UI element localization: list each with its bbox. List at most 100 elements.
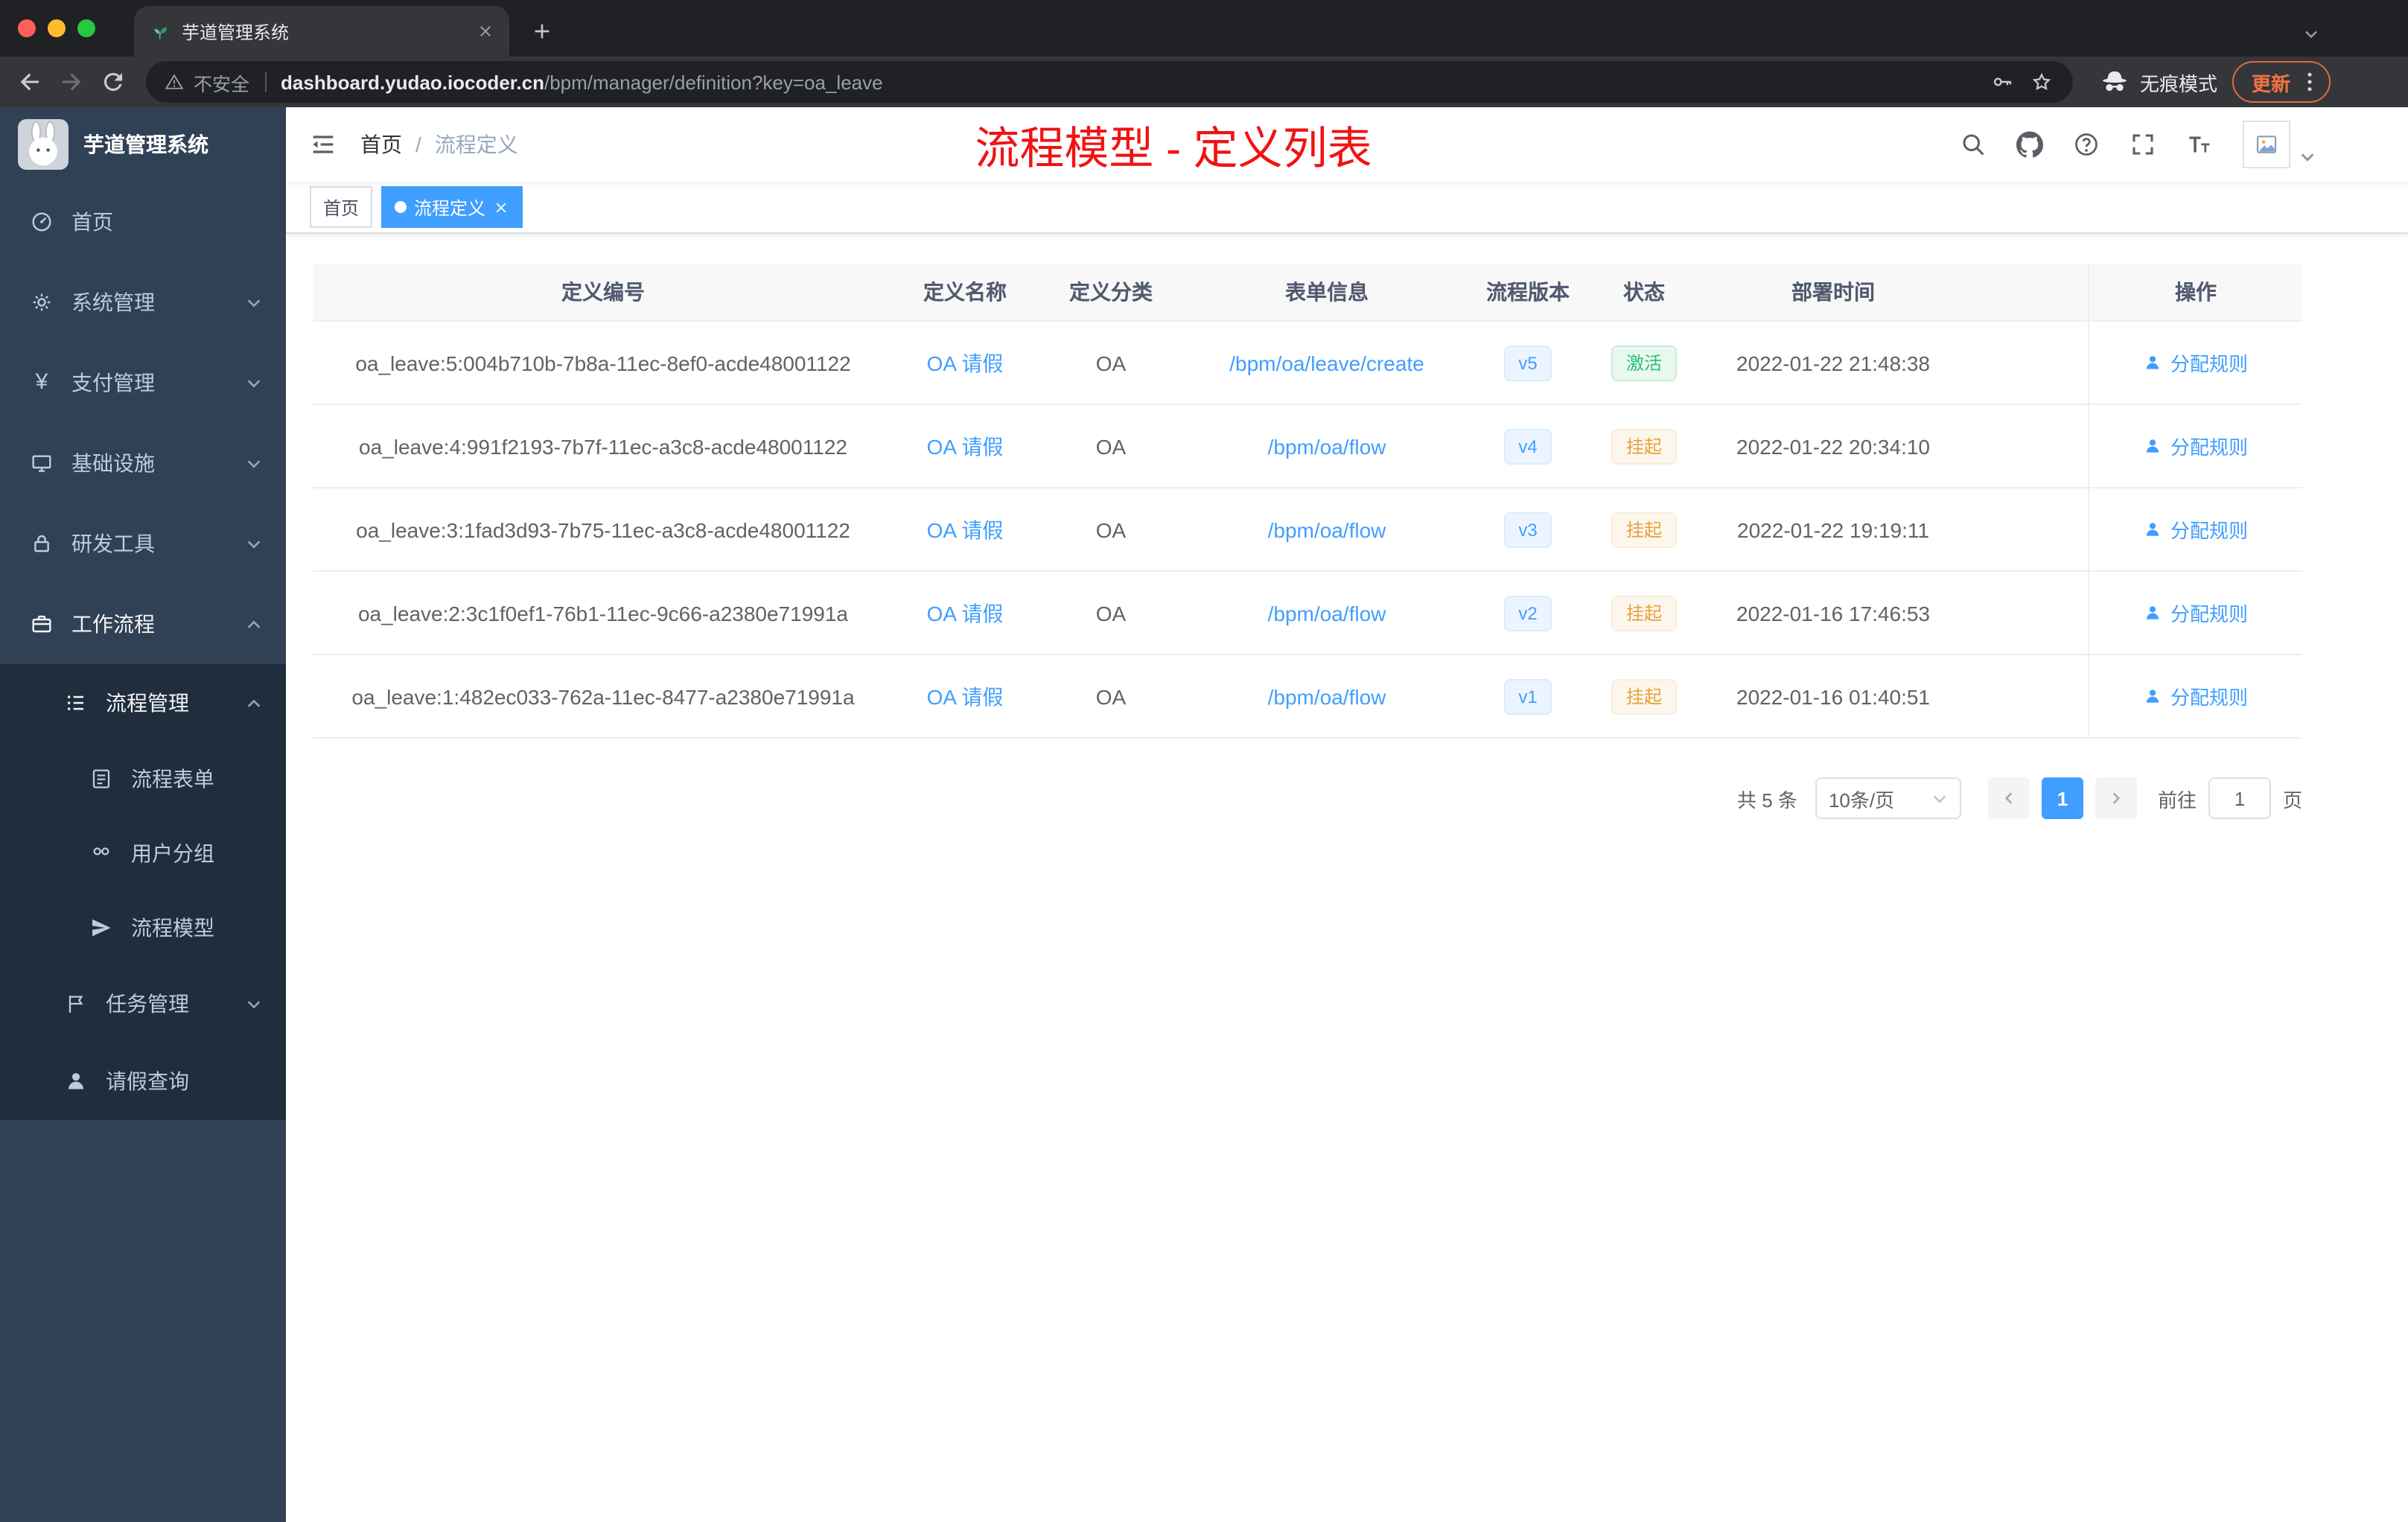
cell-deploy-time: 2022-01-22 20:34:10 xyxy=(1736,434,1930,458)
sidebar-item-devtools[interactable]: 研发工具 xyxy=(0,503,286,584)
definition-name-link[interactable]: OA 请假 xyxy=(927,431,1004,461)
sidebar-toggle-button[interactable] xyxy=(286,130,360,159)
window-zoom-button[interactable] xyxy=(77,19,95,37)
chevron-up-icon xyxy=(247,698,261,707)
form-link[interactable]: /bpm/oa/flow xyxy=(1268,434,1386,458)
version-badge: v5 xyxy=(1503,345,1552,380)
reload-button[interactable] xyxy=(92,61,134,103)
new-tab-button[interactable] xyxy=(521,10,563,52)
col-actions: 操作 xyxy=(2088,264,2302,320)
tab-search-chevron-icon[interactable] xyxy=(2301,24,2322,45)
tag-close-icon[interactable] xyxy=(493,199,509,215)
sidebar-item-leave-query[interactable]: 请假查询 xyxy=(0,1042,286,1120)
col-definition-id: 定义编号 xyxy=(561,280,645,304)
logo-avatar xyxy=(18,119,69,170)
browser-tab[interactable]: 芋道管理系统 xyxy=(134,6,509,57)
sidebar-item-payment[interactable]: ¥ 支付管理 xyxy=(0,343,286,423)
cell-category: OA xyxy=(1095,601,1127,625)
version-badge: v1 xyxy=(1503,678,1552,714)
breadcrumb-current: 流程定义 xyxy=(434,133,518,156)
status-badge: 激活 xyxy=(1611,345,1677,380)
security-chip[interactable]: 不安全 xyxy=(164,68,249,96)
window-controls xyxy=(0,0,113,57)
sidebar-item-user-group[interactable]: 用户分组 xyxy=(0,816,286,891)
help-icon[interactable] xyxy=(2073,131,2100,158)
cell-definition-id: oa_leave:4:991f2193-7b7f-11ec-a3c8-acde4… xyxy=(359,434,847,458)
form-link[interactable]: /bpm/oa/flow xyxy=(1268,518,1386,541)
yen-icon: ¥ xyxy=(35,369,48,395)
sidebar-item-process-model[interactable]: 流程模型 xyxy=(0,891,286,965)
font-size-icon[interactable] xyxy=(2186,131,2213,158)
browser-menu-icon[interactable] xyxy=(2296,69,2323,95)
browser-tabstrip: 芋道管理系统 xyxy=(0,0,2408,57)
search-icon[interactable] xyxy=(1960,131,1987,158)
definition-name-link[interactable]: OA 请假 xyxy=(927,598,1004,628)
assign-rule-link[interactable]: 分配规则 xyxy=(2144,599,2248,627)
assign-rule-link[interactable]: 分配规则 xyxy=(2144,348,2248,377)
breadcrumb-home[interactable]: 首页 xyxy=(360,130,402,159)
sidebar-logo[interactable]: 芋道管理系统 xyxy=(0,107,286,182)
chevron-down-icon xyxy=(247,299,261,307)
top-navbar: 首页 / 流程定义 流程模型 - 定义列表 xyxy=(286,107,2408,182)
flag-icon xyxy=(69,996,83,1013)
goto-page-input[interactable] xyxy=(2208,777,2271,819)
screen: 芋道管理系统 不安全 dashboard.yudao.iocoder.cn/bp… xyxy=(0,0,2408,1522)
chrome-update-button[interactable]: 更新 xyxy=(2232,61,2331,103)
status-badge: 挂起 xyxy=(1611,512,1677,547)
password-key-icon[interactable] xyxy=(1991,70,2015,94)
user-avatar-menu[interactable] xyxy=(2243,121,2316,168)
monitor-icon xyxy=(32,455,51,472)
tag-process-definition[interactable]: 流程定义 xyxy=(381,186,523,228)
version-badge: v2 xyxy=(1503,595,1552,631)
tab-close-icon[interactable] xyxy=(477,22,494,40)
cell-definition-id: oa_leave:1:482ec033-762a-11ec-8477-a2380… xyxy=(351,684,855,708)
col-deploy-time: 部署时间 xyxy=(1791,280,1875,304)
sidebar-item-process-mgmt[interactable]: 流程管理 xyxy=(0,664,286,742)
window-close-button[interactable] xyxy=(18,19,36,37)
col-definition-category: 定义分类 xyxy=(1069,280,1153,304)
forward-button[interactable] xyxy=(51,61,92,103)
form-link[interactable]: /bpm/oa/flow xyxy=(1268,684,1386,708)
window-minimize-button[interactable] xyxy=(48,19,66,37)
list-icon xyxy=(67,695,83,710)
tab-title: 芋道管理系统 xyxy=(182,22,290,42)
back-button[interactable] xyxy=(9,61,51,103)
page-unit-label: 页 xyxy=(2282,789,2302,811)
page-size-select[interactable]: 10条/页 xyxy=(1815,777,1961,819)
sidebar-item-process-form[interactable]: 流程表单 xyxy=(0,742,286,816)
page-number-button[interactable]: 1 xyxy=(2041,777,2083,819)
definition-name-link[interactable]: OA 请假 xyxy=(927,681,1004,711)
assign-rule-link[interactable]: 分配规则 xyxy=(2144,515,2248,544)
chevron-down-icon xyxy=(1933,795,1946,803)
send-icon xyxy=(92,919,111,937)
avatar xyxy=(2243,121,2290,168)
assign-rule-link[interactable]: 分配规则 xyxy=(2144,432,2248,460)
next-page-button[interactable] xyxy=(2095,777,2137,819)
sidebar-item-system[interactable]: 系统管理 xyxy=(0,262,286,343)
tags-view-bar: 首页 流程定义 xyxy=(286,182,2408,234)
definition-name-link[interactable]: OA 请假 xyxy=(927,348,1004,378)
form-link[interactable]: /bpm/oa/leave/create xyxy=(1229,351,1424,375)
sidebar-item-task-mgmt[interactable]: 任务管理 xyxy=(0,965,286,1042)
definition-name-link[interactable]: OA 请假 xyxy=(927,515,1004,544)
table-header-row: 定义编号 定义名称 定义分类 表单信息 流程版本 状态 部署时间 操作 xyxy=(313,264,2302,322)
caret-down-icon xyxy=(2301,153,2314,162)
sidebar-item-home[interactable]: 首页 xyxy=(0,182,286,262)
prev-page-button[interactable] xyxy=(1987,777,2030,819)
assign-rule-link[interactable]: 分配规则 xyxy=(2144,682,2248,710)
status-badge: 挂起 xyxy=(1611,595,1677,631)
sidebar-item-workflow[interactable]: 工作流程 xyxy=(0,584,286,664)
incognito-icon xyxy=(2103,71,2127,92)
fullscreen-icon[interactable] xyxy=(2130,131,2156,158)
github-icon[interactable] xyxy=(2016,131,2043,158)
form-link[interactable]: /bpm/oa/flow xyxy=(1268,601,1386,625)
security-label: 不安全 xyxy=(194,74,250,95)
app-title: 芋道管理系统 xyxy=(83,133,208,156)
sidebar-item-infra[interactable]: 基础设施 xyxy=(0,423,286,503)
address-bar[interactable]: 不安全 dashboard.yudao.iocoder.cn/bpm/manag… xyxy=(146,61,2073,103)
url-text: dashboard.yudao.iocoder.cn/bpm/manager/d… xyxy=(281,71,883,93)
bookmark-star-icon[interactable] xyxy=(2030,70,2054,94)
cell-definition-id: oa_leave:5:004b710b-7b8a-11ec-8ef0-acde4… xyxy=(355,351,851,375)
tag-home[interactable]: 首页 xyxy=(310,186,373,228)
hamburger-icon xyxy=(313,136,334,153)
